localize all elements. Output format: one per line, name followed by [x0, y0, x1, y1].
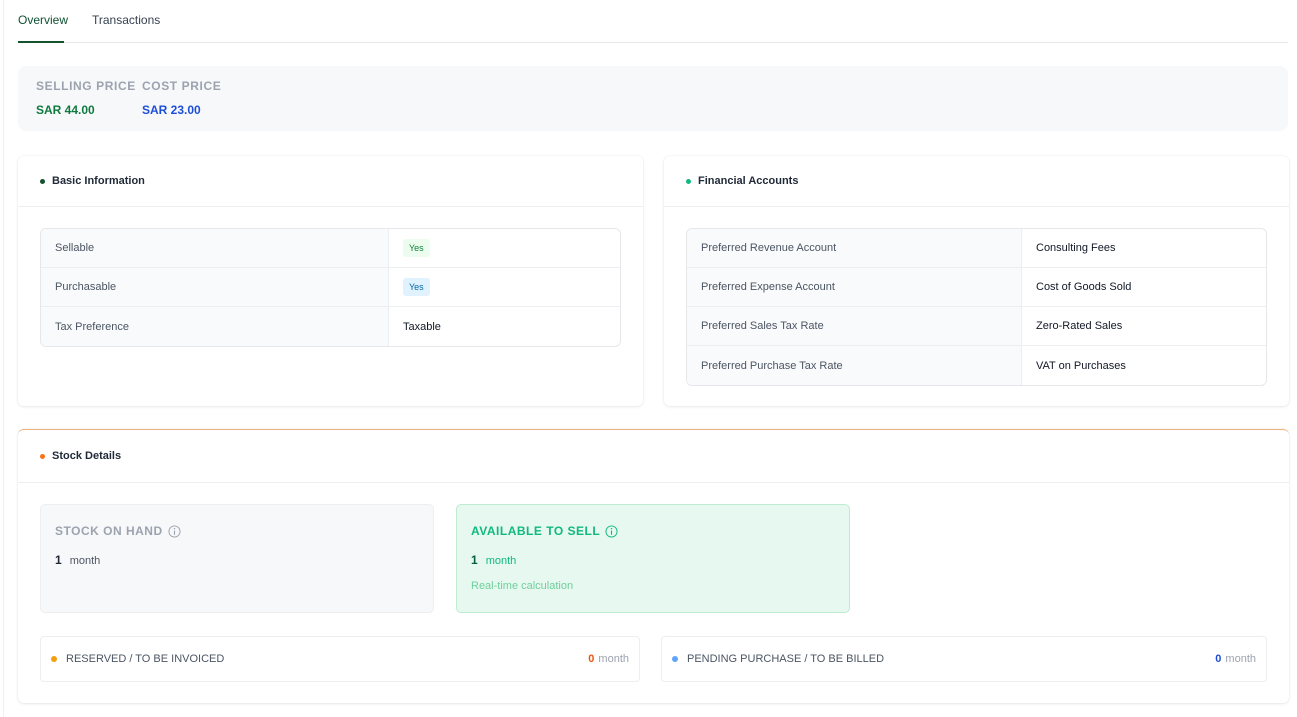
reserved-label: RESERVED / TO BE INVOICED — [66, 653, 225, 665]
left-edge-rule — [3, 0, 4, 717]
sellable-badge: Yes — [403, 239, 430, 257]
card-title: Stock Details — [52, 450, 122, 462]
available-to-sell-label: AVAILABLE TO SELL — [471, 524, 618, 538]
card-header: Financial Accounts — [664, 156, 1289, 207]
section-dot-icon — [686, 178, 691, 184]
cost-price-value: SAR 23.00 — [142, 103, 201, 117]
basic-info-table: Sellable Yes Purchasable Yes Tax Prefere… — [40, 228, 621, 347]
table-row: Tax Preference Taxable — [41, 307, 620, 346]
available-to-sell-label-text: AVAILABLE TO SELL — [471, 524, 601, 538]
row-key: Tax Preference — [41, 307, 389, 346]
price-summary: SELLING PRICE SAR 44.00 COST PRICE SAR 2… — [18, 66, 1288, 131]
table-row: Preferred Revenue Account Consulting Fee… — [687, 229, 1266, 268]
card-title: Financial Accounts — [698, 175, 799, 187]
stock-on-hand-value: 1 month — [55, 553, 100, 567]
pending-value: 0 month — [1215, 653, 1256, 665]
tab-transactions[interactable]: Transactions — [92, 13, 160, 43]
card-header: Stock Details — [18, 430, 1289, 483]
table-row: Preferred Sales Tax Rate Zero-Rated Sale… — [687, 307, 1266, 346]
table-row: Sellable Yes — [41, 229, 620, 268]
cost-price-block: COST PRICE SAR 23.00 — [142, 79, 221, 117]
table-row: Preferred Purchase Tax Rate VAT on Purch… — [687, 346, 1266, 385]
row-key: Sellable — [41, 229, 389, 267]
financial-accounts-table: Preferred Revenue Account Consulting Fee… — [686, 228, 1267, 386]
value-number: 0 — [1215, 653, 1222, 665]
basic-information-card: Basic Information Sellable Yes Purchasab… — [18, 156, 643, 406]
selling-price-value: SAR 44.00 — [36, 103, 95, 117]
section-dot-icon — [40, 453, 45, 459]
row-key: Preferred Expense Account — [687, 268, 1022, 306]
tab-bar: Overview Transactions — [18, 0, 1288, 43]
table-row: Purchasable Yes — [41, 268, 620, 307]
stock-on-hand-box: STOCK ON HAND 1 month — [40, 504, 434, 613]
available-to-sell-value: 1 month — [471, 553, 516, 567]
value-unit: month — [485, 555, 517, 567]
section-dot-icon — [40, 178, 45, 184]
row-value: Consulting Fees — [1036, 242, 1116, 254]
row-value: VAT on Purchases — [1036, 359, 1126, 372]
reserved-row: RESERVED / TO BE INVOICED 0 month — [40, 636, 640, 682]
value-number: 1 — [471, 553, 478, 567]
row-value: Taxable — [403, 320, 441, 333]
stock-on-hand-label: STOCK ON HAND — [55, 524, 181, 538]
purchasable-badge: Yes — [403, 278, 430, 296]
status-dot-icon — [51, 656, 57, 662]
realtime-note: Real-time calculation — [471, 580, 574, 592]
value-unit: month — [69, 555, 101, 567]
cost-price-label: COST PRICE — [142, 79, 222, 93]
value-unit: month — [1225, 653, 1256, 665]
selling-price-label: SELLING PRICE — [36, 79, 136, 93]
row-key: Purchasable — [41, 268, 389, 306]
card-title: Basic Information — [52, 175, 145, 187]
reserved-value: 0 month — [588, 653, 629, 665]
row-key: Preferred Sales Tax Rate — [687, 307, 1022, 345]
status-dot-icon — [672, 656, 678, 662]
row-key: Preferred Purchase Tax Rate — [687, 346, 1022, 385]
stock-details-card: Stock Details STOCK ON HAND 1 month AVAI… — [18, 429, 1289, 703]
selling-price-block: SELLING PRICE SAR 44.00 — [36, 79, 136, 117]
row-key: Preferred Revenue Account — [687, 229, 1022, 267]
value-unit: month — [598, 653, 629, 665]
row-value: Yes — [389, 268, 620, 306]
pending-label: PENDING PURCHASE / TO BE BILLED — [687, 653, 885, 665]
value-number: 0 — [588, 653, 595, 665]
row-value: Yes — [389, 229, 620, 267]
row-value: Zero-Rated Sales — [1036, 320, 1123, 332]
financial-accounts-card: Financial Accounts Preferred Revenue Acc… — [664, 156, 1289, 406]
value-number: 1 — [55, 553, 62, 567]
available-to-sell-box: AVAILABLE TO SELL 1 month Real-time calc… — [456, 504, 850, 613]
info-icon[interactable] — [168, 524, 181, 538]
card-header: Basic Information — [18, 156, 643, 207]
stock-on-hand-label-text: STOCK ON HAND — [55, 524, 163, 538]
pending-row: PENDING PURCHASE / TO BE BILLED 0 month — [661, 636, 1267, 682]
tab-overview[interactable]: Overview — [18, 13, 68, 43]
table-row: Preferred Expense Account Cost of Goods … — [687, 268, 1266, 307]
info-icon[interactable] — [605, 524, 618, 538]
row-value: Cost of Goods Sold — [1036, 281, 1132, 293]
